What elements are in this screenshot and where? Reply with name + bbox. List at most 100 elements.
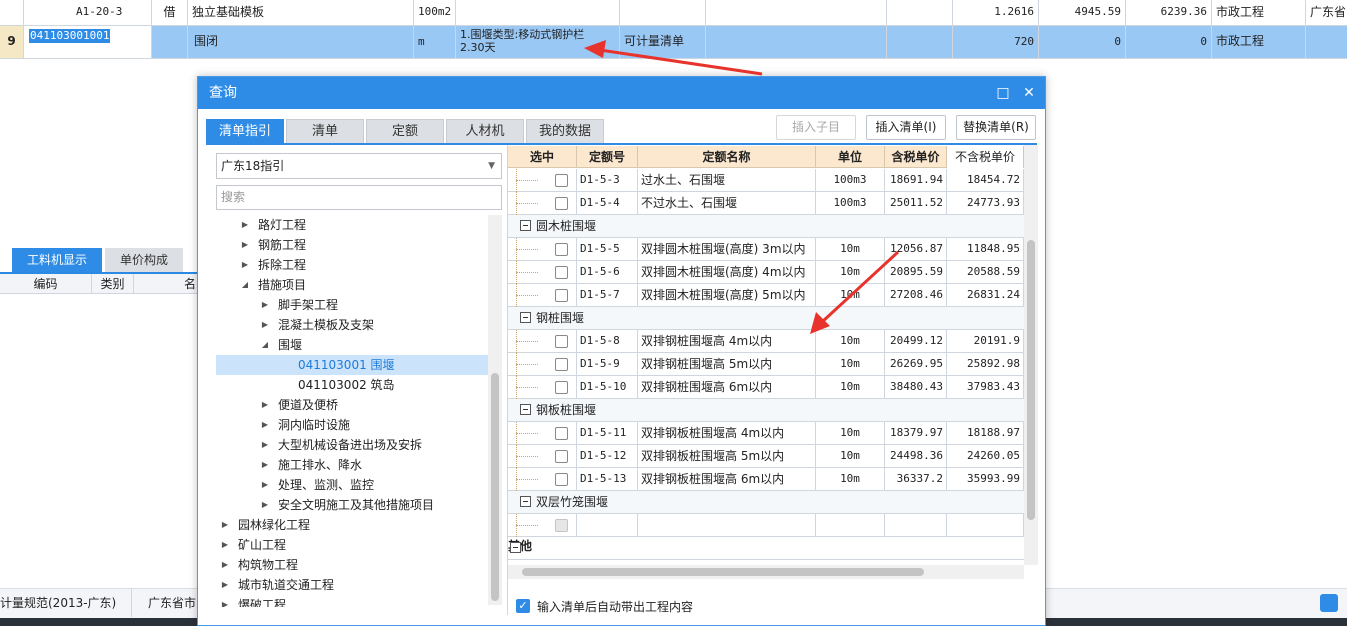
grid-vscrollbar[interactable] <box>1024 145 1038 565</box>
tab-list[interactable]: 清单 <box>286 119 364 143</box>
cell-select[interactable] <box>508 376 577 399</box>
grid-row[interactable]: D1-5-4 不过水土、石围堰 100m3 25011.52 24773.93 <box>508 192 1038 215</box>
collapse-icon[interactable] <box>520 404 531 415</box>
collapse-icon[interactable] <box>520 496 531 507</box>
expand-arrow-icon[interactable]: ▶ <box>240 235 250 255</box>
grid-row[interactable]: D1-5-13 双排钢板桩围堰高 6m以内 10m 36337.2 35993.99 <box>508 468 1038 491</box>
collapse-arrow-icon[interactable]: ◢ <box>260 335 270 355</box>
insert-list-button[interactable]: 插入清单(I) <box>866 115 946 140</box>
cell-select[interactable] <box>508 468 577 491</box>
row-checkbox[interactable] <box>555 197 568 210</box>
row-checkbox[interactable] <box>555 174 568 187</box>
expand-arrow-icon[interactable]: ▶ <box>220 555 230 575</box>
grid-row[interactable]: D1-5-9 双排钢桩围堰高 5m以内 10m 26269.95 25892.98 <box>508 353 1038 376</box>
grid-hscroll-thumb[interactable] <box>522 568 924 576</box>
tree-node[interactable]: ▶ 爆破工程 <box>216 595 488 607</box>
tab-labor-material[interactable]: 工料机显示 <box>12 248 102 272</box>
cell-select[interactable] <box>508 422 577 445</box>
tree-node[interactable]: ◢ 措施项目 <box>216 275 488 295</box>
row-checkbox[interactable] <box>555 335 568 348</box>
tree-node[interactable]: ▶ 大型机械设备进出场及安拆 <box>216 435 488 455</box>
maximize-icon[interactable]: □ <box>993 77 1013 109</box>
guide-select[interactable]: 广东18指引 ▼ <box>216 153 502 179</box>
tree-node[interactable]: ▶ 安全文明施工及其他措施项目 <box>216 495 488 515</box>
tree-node[interactable]: ▶ 园林绿化工程 <box>216 515 488 535</box>
expand-arrow-icon[interactable]: ▶ <box>260 315 270 335</box>
grid-empty-row[interactable] <box>508 514 1038 537</box>
row-checkbox[interactable] <box>555 450 568 463</box>
cell-select[interactable] <box>508 169 577 192</box>
checkbox-checked-icon[interactable]: ✓ <box>516 599 530 613</box>
tab-quota[interactable]: 定额 <box>366 119 444 143</box>
cell-select[interactable] <box>508 353 577 376</box>
background-row-selected[interactable]: 9 041103001001 围闭 m 1.围堰类型:移动式钢护栏 2.30天 … <box>0 26 1347 59</box>
cell-select[interactable] <box>508 192 577 215</box>
close-icon[interactable]: ✕ <box>1019 77 1039 109</box>
tree-node[interactable]: ▶ 脚手架工程 <box>216 295 488 315</box>
search-input[interactable]: 搜索 <box>216 185 502 210</box>
grid-vscroll-thumb[interactable] <box>1027 240 1035 520</box>
tree-node[interactable]: ▶ 洞内临时设施 <box>216 415 488 435</box>
tree-node[interactable]: ▶ 施工排水、降水 <box>216 455 488 475</box>
row-checkbox[interactable] <box>555 473 568 486</box>
grid-group-row[interactable]: 双层竹笼围堰 <box>508 491 1038 514</box>
cell-select[interactable] <box>508 284 577 307</box>
grid-row[interactable]: D1-5-7 双排圆木桩围堰(高度) 5m以内 10m 27208.46 26831.2… <box>508 284 1038 307</box>
expand-arrow-icon[interactable]: ▶ <box>260 495 270 515</box>
cell-select[interactable] <box>508 330 577 353</box>
tree-node[interactable]: ▶ 处理、监测、监控 <box>216 475 488 495</box>
expand-arrow-icon[interactable]: ▶ <box>220 535 230 555</box>
tree-node[interactable]: ▶ 便道及便桥 <box>216 395 488 415</box>
tree-node[interactable]: ▶ 构筑物工程 <box>216 555 488 575</box>
collapse-icon[interactable] <box>510 542 521 553</box>
collapse-icon[interactable] <box>520 312 531 323</box>
grid-row[interactable]: D1-5-11 双排钢板桩围堰高 4m以内 10m 18379.97 18188.97 <box>508 422 1038 445</box>
cell-select[interactable] <box>508 261 577 284</box>
grid-row[interactable]: D1-5-6 双排圆木桩围堰(高度) 4m以内 10m 20895.59 20588.5… <box>508 261 1038 284</box>
replace-list-button[interactable]: 替换清单(R) <box>956 115 1036 140</box>
tree-node[interactable]: 041103002 筑岛 <box>216 375 488 395</box>
layout-icon[interactable] <box>1320 594 1338 612</box>
tab-unit-price[interactable]: 单价构成 <box>105 248 183 272</box>
grid-group-row[interactable]: 圆木桩围堰 <box>508 215 1038 238</box>
tree-node[interactable]: ▶ 混凝土模板及支架 <box>216 315 488 335</box>
insert-child-button[interactable]: 插入子目 <box>776 115 856 140</box>
grid-row[interactable]: D1-5-8 双排钢桩围堰高 4m以内 10m 20499.12 20191.9 <box>508 330 1038 353</box>
cell-select[interactable] <box>508 238 577 261</box>
expand-arrow-icon[interactable]: ▶ <box>220 515 230 535</box>
expand-arrow-icon[interactable]: ▶ <box>240 215 250 235</box>
background-row-1[interactable]: A1-20-3 借 独立基础模板 100m2 1.2616 4945.59 62… <box>0 0 1347 26</box>
cell-select[interactable] <box>508 445 577 468</box>
grid-row[interactable]: D1-5-10 双排钢桩围堰高 6m以内 10m 38480.43 37983.43 <box>508 376 1038 399</box>
expand-arrow-icon[interactable]: ▶ <box>260 455 270 475</box>
row-checkbox[interactable] <box>555 427 568 440</box>
expand-arrow-icon[interactable]: ▶ <box>260 475 270 495</box>
tree-node[interactable]: ▶ 钢筋工程 <box>216 235 488 255</box>
expand-arrow-icon[interactable]: ▶ <box>260 295 270 315</box>
expand-arrow-icon[interactable]: ▶ <box>260 435 270 455</box>
tab-list-guide[interactable]: 清单指引 <box>206 119 284 143</box>
grid-group-row[interactable]: 钢桩围堰 <box>508 307 1038 330</box>
expand-arrow-icon[interactable]: ▶ <box>260 415 270 435</box>
expand-arrow-icon[interactable]: ▶ <box>240 255 250 275</box>
row-checkbox[interactable] <box>555 381 568 394</box>
tree-node[interactable]: ▶ 拆除工程 <box>216 255 488 275</box>
tree-node[interactable]: ▶ 城市轨道交通工程 <box>216 575 488 595</box>
row-checkbox[interactable] <box>555 266 568 279</box>
collapse-icon[interactable] <box>520 220 531 231</box>
grid-row[interactable]: D1-5-3 过水土、石围堰 100m3 18691.94 18454.72 <box>508 169 1038 192</box>
row-checkbox[interactable] <box>555 243 568 256</box>
expand-arrow-icon[interactable]: ▶ <box>220 595 230 607</box>
tree-node[interactable]: 041103001 围堰 <box>216 355 488 375</box>
collapse-arrow-icon[interactable]: ◢ <box>240 275 250 295</box>
tab-labor[interactable]: 人材机 <box>446 119 524 143</box>
grid-row[interactable]: D1-5-5 双排圆木桩围堰(高度) 3m以内 10m 12056.87 11848.9… <box>508 238 1038 261</box>
tab-my-data[interactable]: 我的数据 <box>526 119 604 143</box>
tree-node[interactable]: ◢ 围堰 <box>216 335 488 355</box>
grid-group-row[interactable]: 其他 <box>508 537 1038 560</box>
tree-scrollbar[interactable] <box>488 215 502 605</box>
tree-node[interactable]: ▶ 矿山工程 <box>216 535 488 555</box>
grid-hscrollbar[interactable] <box>508 565 1024 579</box>
row-checkbox[interactable] <box>555 519 568 532</box>
row-checkbox[interactable] <box>555 358 568 371</box>
